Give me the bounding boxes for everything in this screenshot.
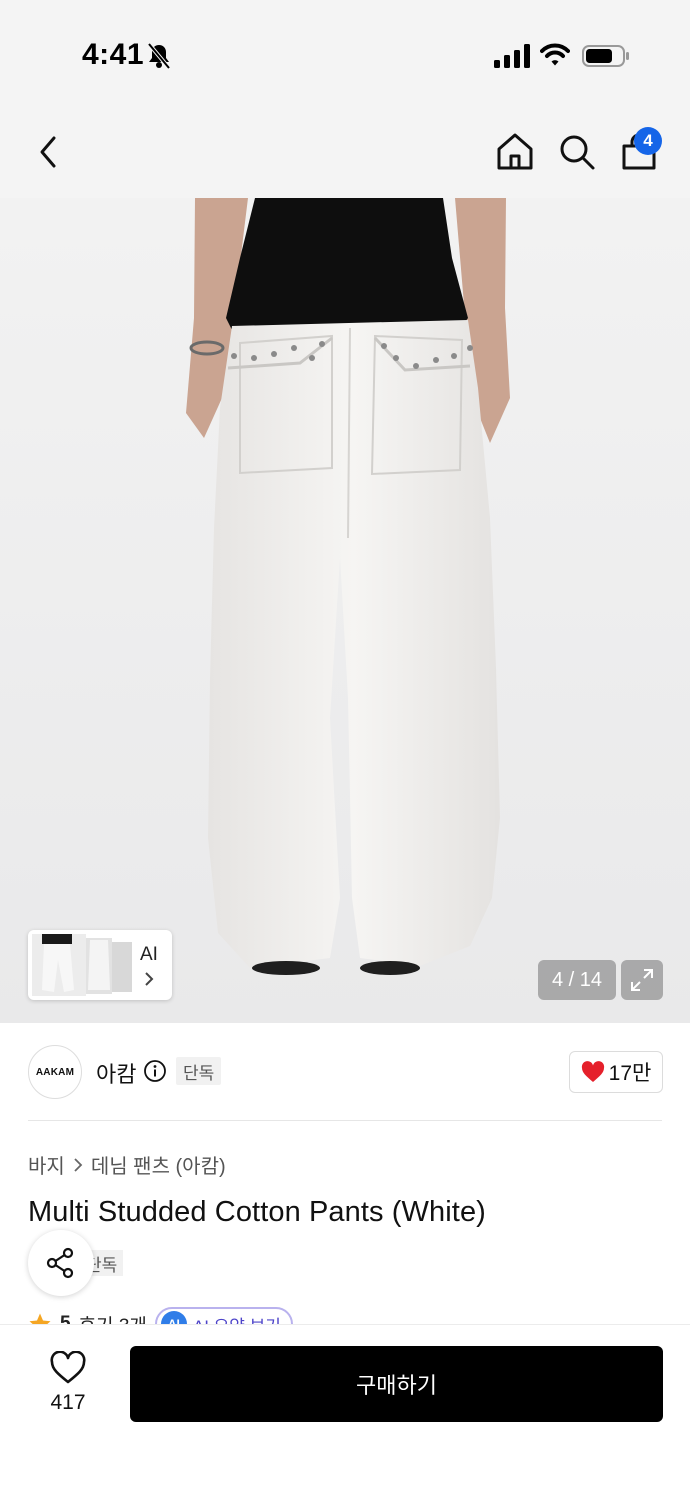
product-photo bbox=[186, 198, 510, 975]
info-icon[interactable] bbox=[143, 1059, 167, 1083]
wifi-icon bbox=[540, 43, 570, 66]
breadcrumb: 바지 데님 팬츠 (아캄) bbox=[28, 1150, 226, 1179]
ai-label: AI bbox=[140, 944, 158, 965]
home-icon[interactable] bbox=[494, 130, 536, 174]
exclusive-badge: 단독 bbox=[176, 1057, 222, 1085]
share-button[interactable] bbox=[28, 1230, 94, 1296]
heart-outline-icon[interactable] bbox=[49, 1351, 87, 1385]
status-time: 4:41 bbox=[82, 38, 145, 71]
back-chevron-icon[interactable] bbox=[30, 130, 70, 174]
buy-button[interactable]: 구매하기 bbox=[130, 1346, 663, 1422]
bottom-action-bar: 417 구매하기 bbox=[0, 1324, 690, 1500]
image-page-counter: 4 / 14 bbox=[538, 960, 616, 1000]
bell-slash-icon bbox=[147, 42, 171, 70]
share-icon bbox=[46, 1247, 74, 1279]
battery-icon bbox=[582, 45, 629, 67]
cart-count-badge: 4 bbox=[634, 127, 662, 155]
brand-like-count: 17만 bbox=[608, 1062, 652, 1085]
expand-image-button[interactable] bbox=[621, 960, 663, 1000]
brand-name[interactable]: 아캄 bbox=[96, 1057, 136, 1089]
breadcrumb-category[interactable]: 바지 bbox=[28, 1150, 65, 1179]
breadcrumb-subcategory[interactable]: 데님 팬츠 (아캄) bbox=[91, 1150, 226, 1179]
brand-logo[interactable]: AAKAM bbox=[28, 1045, 82, 1099]
ai-thumbnail-card[interactable]: AI bbox=[28, 930, 172, 1000]
cellular-signal-icon bbox=[494, 44, 530, 68]
brand-row: AAKAM 아캄 단독 17만 bbox=[0, 1023, 690, 1121]
status-bar: 4:41 bbox=[0, 0, 690, 110]
search-icon[interactable] bbox=[556, 130, 598, 174]
product-title: Multi Studded Cotton Pants (White) bbox=[28, 1196, 486, 1228]
product-image-gallery[interactable] bbox=[0, 198, 690, 1023]
divider bbox=[28, 1120, 662, 1121]
chevron-right-icon bbox=[145, 972, 154, 986]
wishlist-count: 417 bbox=[50, 1391, 86, 1414]
thumbnail-images bbox=[32, 934, 132, 996]
expand-icon bbox=[631, 969, 653, 991]
top-navigation bbox=[0, 110, 690, 198]
chevron-right-icon bbox=[74, 1157, 83, 1172]
brand-like-button[interactable]: 17만 bbox=[569, 1051, 663, 1093]
heart-filled-icon bbox=[581, 1061, 604, 1082]
